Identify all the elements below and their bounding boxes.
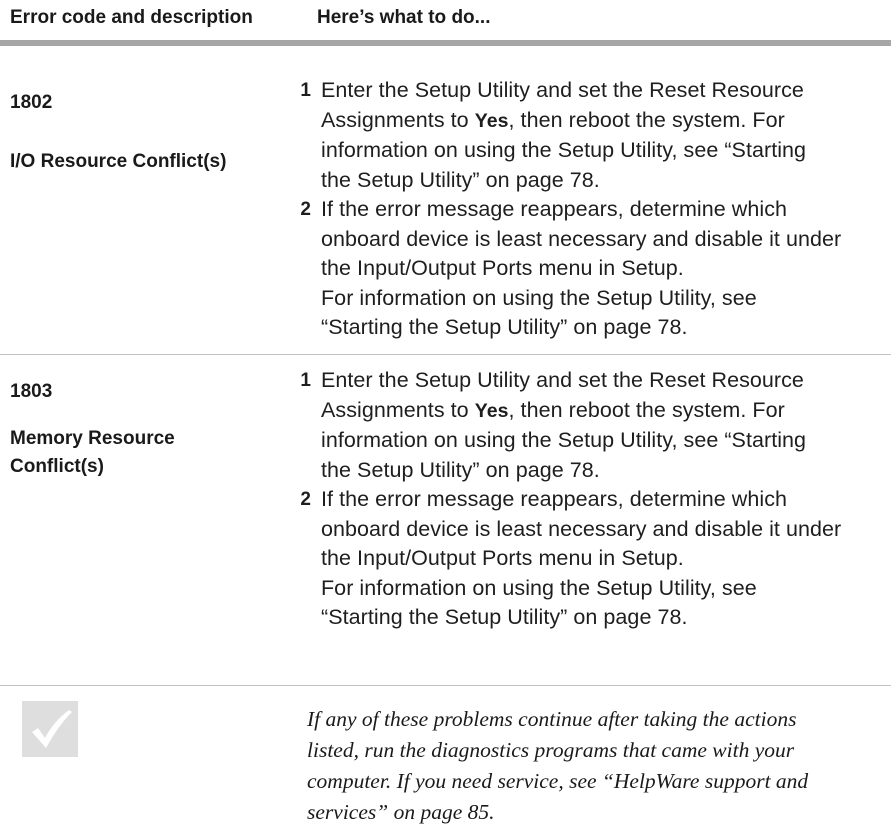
step-text: Assignments to [321, 397, 475, 422]
step-line: “Starting the Setup Utility” on page 78. [321, 315, 688, 339]
error-code: 1802 [10, 92, 53, 113]
step-line: information on using the Setup Utility, … [321, 138, 807, 162]
table-header: Error code and description Here’s what t… [10, 6, 891, 38]
error-description: I/O Resource Conflict(s) [10, 148, 270, 176]
note-line: computer. If you need service, see “Help… [307, 769, 809, 793]
checkmark-glyph [32, 710, 72, 748]
error-description: Memory Resource Conflict(s) [10, 425, 270, 481]
step-text: Assignments to [321, 107, 475, 132]
error-code: 1803 [10, 381, 53, 402]
note-line: services” on page 85. [307, 800, 495, 824]
list-item: 2 If the error message reappears, determ… [287, 195, 887, 343]
step-line: “Starting the Setup Utility” on page 78. [321, 605, 688, 629]
note-line: listed, run the diagnostics programs tha… [307, 738, 795, 762]
note-line: If any of these problems continue after … [307, 707, 797, 731]
step-line: Enter the Setup Utility and set the Rese… [321, 78, 804, 102]
step-number: 2 [300, 199, 311, 220]
step-line: onboard device is least necessary and di… [321, 516, 842, 541]
step-line: the Input/Output Ports menu in Setup. [321, 546, 684, 570]
step-line: If the error message reappears, determin… [321, 197, 788, 221]
column-header-what-to-do: Here’s what to do... [317, 7, 491, 28]
step-line: For information on using the Setup Utili… [321, 285, 757, 310]
row-divider [0, 354, 891, 355]
step-text: , then reboot the system. For [508, 397, 785, 422]
step-line: Enter the Setup Utility and set the Rese… [321, 368, 804, 392]
steps-list: 1 Enter the Setup Utility and set the Re… [287, 366, 887, 633]
step-number: 1 [300, 80, 311, 101]
bold-value: Yes [474, 399, 509, 422]
step-line: information on using the Setup Utility, … [321, 428, 807, 452]
step-line: the Input/Output Ports menu in Setup. [321, 256, 684, 280]
list-item: 1 Enter the Setup Utility and set the Re… [287, 366, 887, 485]
step-line: Assignments to Yes, then reboot the syst… [321, 396, 887, 427]
step-line: For information on using the Setup Utili… [321, 575, 757, 600]
step-number: 2 [300, 489, 311, 510]
column-header-error-code: Error code and description [10, 7, 253, 28]
step-line: If the error message reappears, determin… [321, 487, 788, 511]
step-line: onboard device is least necessary and di… [321, 226, 842, 251]
bold-value: Yes [474, 109, 509, 132]
step-text: , then reboot the system. For [508, 107, 785, 132]
description-line: I/O Resource Conflict(s) [10, 151, 227, 172]
list-item: 1 Enter the Setup Utility and set the Re… [287, 76, 887, 195]
header-divider [0, 40, 891, 46]
step-line: Assignments to Yes, then reboot the syst… [321, 106, 887, 137]
checkmark-icon [22, 701, 78, 757]
row-divider [0, 685, 891, 686]
description-line: Memory Resource [10, 428, 175, 449]
step-number: 1 [300, 370, 311, 391]
note-text: If any of these problems continue after … [307, 704, 887, 828]
list-item: 2 If the error message reappears, determ… [287, 485, 887, 633]
step-line: the Setup Utility” on page 78. [321, 457, 600, 482]
steps-list: 1 Enter the Setup Utility and set the Re… [287, 76, 887, 343]
description-line: Conflict(s) [10, 456, 104, 477]
step-line: the Setup Utility” on page 78. [321, 167, 600, 192]
